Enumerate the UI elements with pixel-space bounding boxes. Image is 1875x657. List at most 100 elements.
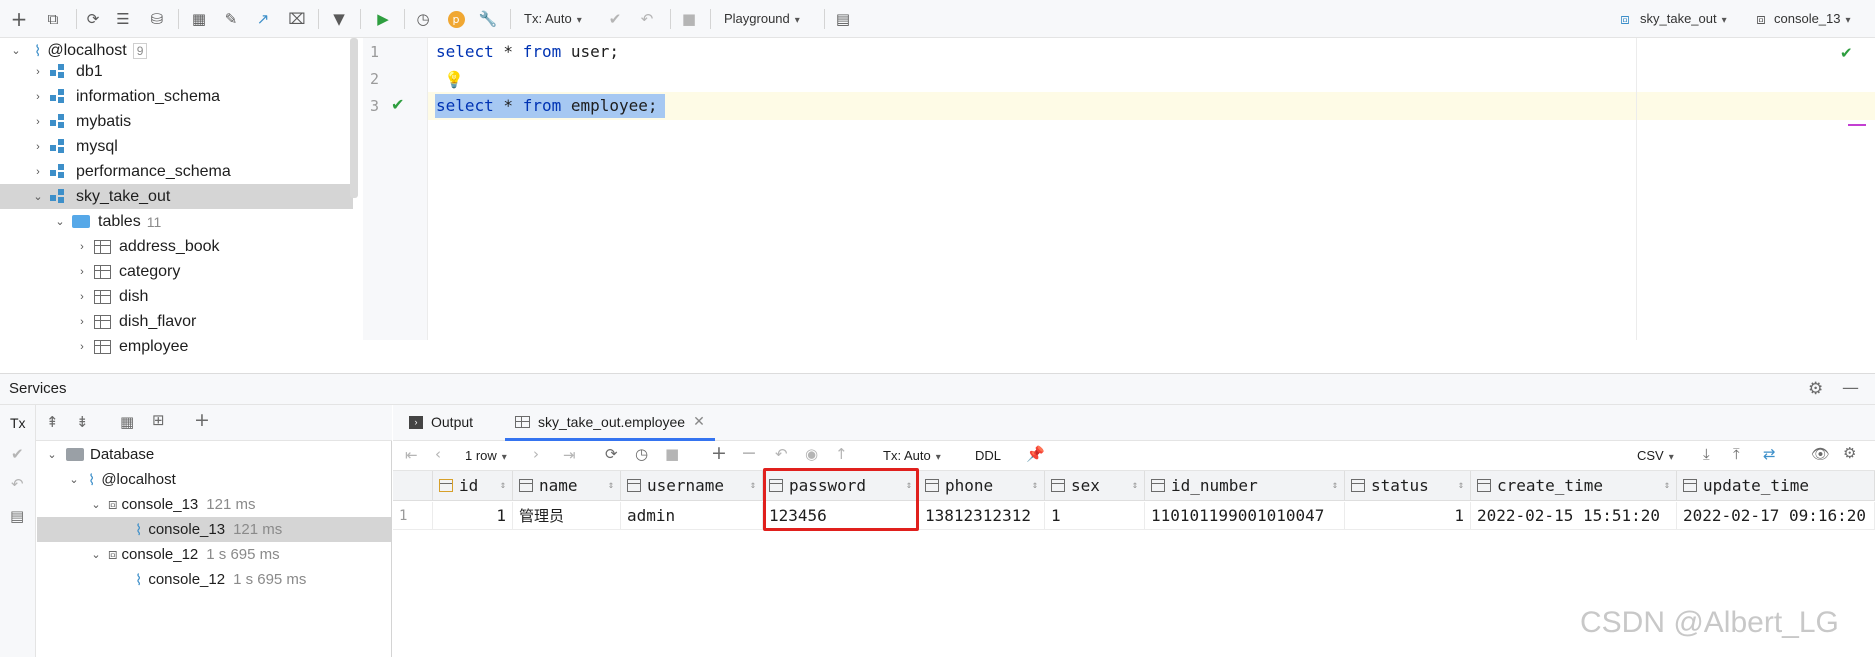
- schema-icon[interactable]: ☰: [112, 8, 134, 30]
- tree-item-information-schema[interactable]: › information_schema: [0, 84, 353, 109]
- playground-dropdown[interactable]: Playground ▾: [724, 11, 800, 26]
- database-icon[interactable]: ⛁: [146, 8, 168, 30]
- services-tree-console-12[interactable]: ⌄ ⧈ console_12 1 s 695 ms: [88, 542, 279, 567]
- services-tree-localhost[interactable]: ⌄ ⌇ @localhost: [66, 467, 175, 492]
- add-row-icon[interactable]: +: [711, 442, 727, 464]
- services-tree-console-13-session[interactable]: ⌇ console_13 121 ms: [37, 517, 391, 542]
- layout-icon[interactable]: ▤: [10, 507, 24, 525]
- tree-table-address-book[interactable]: › address_book: [0, 234, 353, 259]
- tx-mode-dropdown[interactable]: Tx: Auto ▾: [524, 11, 582, 26]
- rollback-icon[interactable]: ↶: [636, 8, 658, 30]
- tree-table-category[interactable]: › category: [0, 259, 353, 284]
- pin-icon[interactable]: 📌: [1026, 445, 1045, 463]
- preview-changes-icon[interactable]: ◉: [805, 445, 818, 463]
- ddl-button[interactable]: DDL: [975, 448, 1001, 463]
- cell-name[interactable]: 管理员: [513, 502, 621, 530]
- cell-create-time[interactable]: 2022-02-15 15:51:20: [1471, 502, 1677, 530]
- column-header-id-number[interactable]: id_number ⇕: [1145, 471, 1345, 501]
- cell-sex[interactable]: 1: [1045, 502, 1145, 530]
- result-tx-dropdown[interactable]: Tx: Auto ▾: [883, 448, 941, 463]
- table-view-icon[interactable]: ▦: [188, 8, 210, 30]
- services-tree-database[interactable]: ⌄ Database: [44, 442, 154, 467]
- column-header-name[interactable]: name ⇕: [513, 471, 621, 501]
- tree-table-employee[interactable]: › employee: [0, 334, 353, 359]
- tree-scrollbar[interactable]: [350, 38, 358, 198]
- parameter-icon[interactable]: p: [445, 8, 467, 30]
- stop-icon[interactable]: ■: [665, 445, 679, 463]
- add-service-icon[interactable]: +: [194, 409, 210, 431]
- tree-item-performance-schema[interactable]: › performance_schema: [0, 159, 353, 184]
- tx-button[interactable]: Tx: [10, 415, 26, 431]
- column-header-phone[interactable]: phone ⇕: [919, 471, 1045, 501]
- view-eye-icon[interactable]: 👁: [1811, 445, 1830, 463]
- tree-item-db1[interactable]: › db1: [0, 59, 353, 84]
- column-header-status[interactable]: status ⇕: [1345, 471, 1471, 501]
- sort-icon[interactable]: ⇕: [608, 480, 614, 491]
- code-line-3[interactable]: select * from employee;: [436, 96, 658, 115]
- first-page-icon[interactable]: ⇤: [405, 446, 418, 464]
- commit-icon[interactable]: ✔: [604, 8, 626, 30]
- cell-phone[interactable]: 13812312312: [919, 502, 1045, 530]
- tree-table-dish[interactable]: › dish: [0, 284, 353, 309]
- expand-all-icon[interactable]: ⇞: [46, 413, 59, 431]
- group-by-icon[interactable]: ▦: [120, 413, 134, 431]
- sort-icon[interactable]: ⇕: [1032, 480, 1038, 491]
- rollback-icon[interactable]: ↶: [11, 475, 24, 493]
- tab-output[interactable]: › Output: [409, 414, 473, 430]
- services-tree-console-13[interactable]: ⌄ ⧈ console_13 121 ms: [88, 492, 255, 517]
- sort-icon[interactable]: ⇕: [1458, 480, 1464, 491]
- output-layout-icon[interactable]: ▤: [832, 8, 854, 30]
- tree-item-mybatis[interactable]: › mybatis: [0, 109, 353, 134]
- stop-icon[interactable]: ■: [678, 8, 700, 30]
- minimize-icon[interactable]: —: [1842, 378, 1859, 398]
- new-window-icon[interactable]: ⊞: [152, 411, 165, 429]
- query-console-icon[interactable]: ⌧: [286, 8, 308, 30]
- filter-icon[interactable]: ▼: [328, 8, 350, 30]
- history-icon[interactable]: ◷: [412, 8, 434, 30]
- sort-icon[interactable]: ⇕: [1664, 480, 1670, 491]
- cell-status[interactable]: 1: [1345, 502, 1471, 530]
- submit-icon[interactable]: ↑: [835, 445, 848, 463]
- tree-item-sky-take-out[interactable]: ⌄ sky_take_out: [0, 184, 353, 209]
- settings-wrench-icon[interactable]: 🔧: [477, 8, 499, 30]
- previous-page-icon[interactable]: ‹: [435, 445, 441, 463]
- code-line-1[interactable]: select * from user;: [436, 42, 619, 61]
- column-header-sex[interactable]: sex ⇕: [1045, 471, 1145, 501]
- column-header-id[interactable]: id ⇕: [433, 471, 513, 501]
- column-header-update-time[interactable]: update_time: [1677, 471, 1875, 501]
- tree-item-tables[interactable]: ⌄ tables 11: [0, 209, 353, 234]
- gear-icon[interactable]: ⚙: [1808, 379, 1823, 399]
- next-page-icon[interactable]: ›: [533, 445, 539, 463]
- cell-id-number[interactable]: 110101199001010047: [1145, 502, 1345, 530]
- upload-icon[interactable]: ⤒: [1733, 445, 1740, 463]
- services-tree-console-12-session[interactable]: ⌇ console_12 1 s 695 ms: [135, 567, 306, 592]
- close-icon[interactable]: ✕: [693, 413, 705, 430]
- refresh-icon[interactable]: ⟳: [605, 445, 618, 463]
- export-format-dropdown[interactable]: CSV ▾: [1637, 448, 1674, 463]
- download-icon[interactable]: ⤓: [1703, 445, 1710, 463]
- cell-id[interactable]: 1: [433, 502, 513, 530]
- refresh-icon[interactable]: ⟳: [82, 8, 104, 30]
- sql-editor[interactable]: [363, 38, 1875, 340]
- commit-icon[interactable]: ✔: [11, 445, 24, 463]
- cell-username[interactable]: admin: [621, 502, 763, 530]
- column-header-username[interactable]: username ⇕: [621, 471, 763, 501]
- intention-bulb-icon[interactable]: 💡: [444, 70, 464, 89]
- compare-icon[interactable]: ⇄: [1763, 445, 1776, 463]
- last-page-icon[interactable]: ⇥: [563, 446, 576, 464]
- delete-row-icon[interactable]: −: [741, 442, 757, 464]
- collapse-all-icon[interactable]: ⇟: [76, 413, 89, 431]
- row-count-dropdown[interactable]: 1 row ▾: [465, 448, 507, 463]
- gear-icon[interactable]: ⚙: [1843, 444, 1856, 462]
- tree-item-mysql[interactable]: › mysql: [0, 134, 353, 159]
- console-dropdown[interactable]: console_13 ▾: [1774, 11, 1851, 26]
- tab-employee-result[interactable]: sky_take_out.employee ✕: [505, 405, 715, 441]
- column-header-create-time[interactable]: create_time ⇕: [1471, 471, 1677, 501]
- revert-icon[interactable]: ↶: [775, 445, 788, 463]
- duplicate-icon[interactable]: ⧉: [42, 8, 64, 30]
- edit-icon[interactable]: ✎: [220, 8, 242, 30]
- sort-icon[interactable]: ⇕: [500, 480, 506, 491]
- sort-icon[interactable]: ⇕: [1332, 480, 1338, 491]
- history-icon[interactable]: ◷: [635, 445, 648, 463]
- tree-table-dish-flavor[interactable]: › dish_flavor: [0, 309, 353, 334]
